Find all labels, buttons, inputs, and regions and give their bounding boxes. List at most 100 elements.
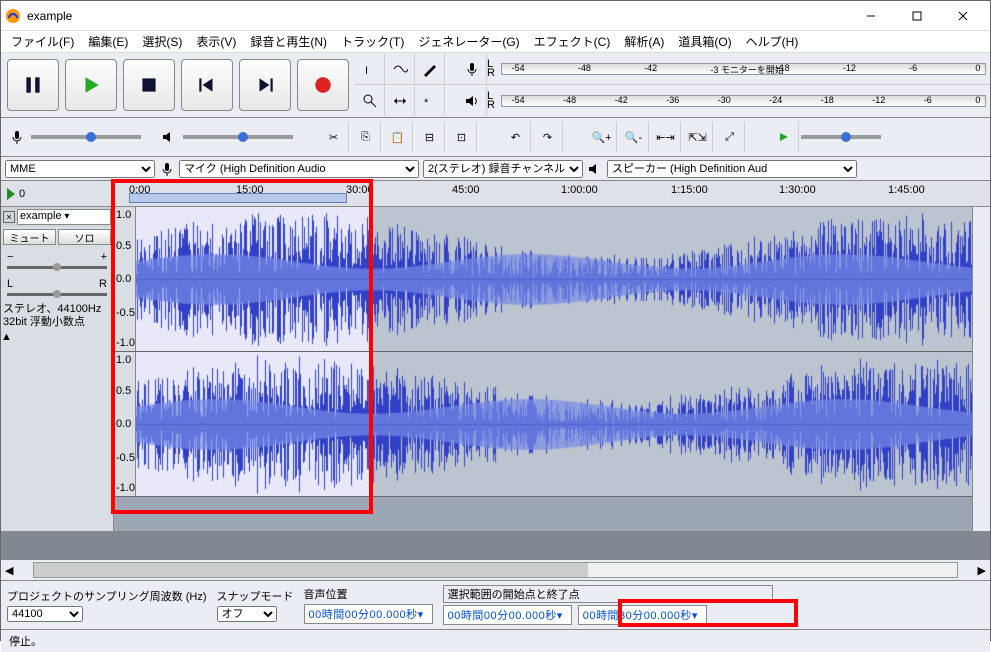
horizontal-scrollbar[interactable]: [33, 562, 957, 578]
track-close-button[interactable]: ×: [3, 211, 15, 223]
redo-button[interactable]: ↷: [533, 122, 563, 152]
solo-button[interactable]: ソロ: [58, 229, 111, 245]
project-rate-select[interactable]: 44100: [7, 606, 83, 622]
ruler-tick: 1:15:00: [671, 184, 708, 196]
pause-button[interactable]: [7, 59, 59, 111]
track-area: × example ▾ ミュート ソロ −+ LR ステレオ、44100Hz 3…: [1, 207, 990, 532]
waveform-channel-right[interactable]: 1.00.50.0-0.5-1.0: [114, 352, 972, 497]
zoom-toggle-button[interactable]: ⤢: [715, 122, 745, 152]
ruler-tick: 30:00: [346, 184, 374, 196]
ruler-tick: 15:00: [236, 184, 264, 196]
mic-icon: [9, 129, 25, 145]
timeshift-tool[interactable]: [385, 86, 415, 116]
multi-tool[interactable]: *: [415, 86, 445, 116]
timeline-start-value: 0: [19, 188, 25, 200]
track-control-panel: × example ▾ ミュート ソロ −+ LR ステレオ、44100Hz 3…: [1, 207, 114, 531]
envelope-tool[interactable]: [385, 54, 415, 84]
snap-label: スナップモード: [217, 588, 294, 604]
toolbar-area: I LR -54-48-42-3 モニターを開始-18-12-60 * LR -…: [1, 53, 990, 118]
cut-button[interactable]: ✂: [319, 122, 349, 152]
menu-select[interactable]: 選択(S): [136, 31, 188, 52]
fit-project-button[interactable]: ⇱⇲: [683, 122, 713, 152]
silence-button[interactable]: ⊡: [447, 122, 477, 152]
playback-meter[interactable]: -54-48-42-36-30-24-18-12-60: [497, 95, 990, 107]
horizontal-scrollbar-area: ◀▶: [1, 560, 990, 580]
speaker-icon: [161, 129, 177, 145]
selection-label[interactable]: 選択範囲の開始点と終了点: [443, 585, 773, 603]
window-title: example: [27, 9, 848, 23]
record-button[interactable]: [297, 59, 349, 111]
svg-text:I: I: [365, 65, 368, 77]
mixer-toolbar: ✂ ⎘ 📋 ⊟ ⊡ ↶ ↷ 🔍+ 🔍- ⇤⇥ ⇱⇲ ⤢: [1, 118, 990, 157]
titlebar: example: [1, 1, 990, 31]
svg-text:*: *: [424, 97, 429, 109]
copy-button[interactable]: ⎘: [351, 122, 381, 152]
statusbar: 停止。: [1, 630, 990, 652]
audio-host-select[interactable]: MME: [5, 160, 155, 178]
play-at-speed-button[interactable]: [769, 122, 799, 152]
zoom-in-button[interactable]: 🔍+: [587, 122, 617, 152]
menu-analyze[interactable]: 解析(A): [618, 31, 670, 52]
selection-toolbar: プロジェクトのサンプリング周波数 (Hz) 44100 スナップモード オフ 音…: [1, 580, 990, 630]
menu-generate[interactable]: ジェネレーター(G): [412, 31, 525, 52]
menu-file[interactable]: ファイル(F): [5, 31, 80, 52]
play-button[interactable]: [65, 59, 117, 111]
mute-button[interactable]: ミュート: [3, 229, 56, 245]
paste-button[interactable]: 📋: [383, 122, 413, 152]
playback-device-select[interactable]: スピーカー (High Definition Aud: [607, 160, 857, 178]
waveform-panel[interactable]: 1.00.50.0-0.5-1.0 1.00.50.0-0.5-1.0: [114, 207, 972, 531]
recording-volume-slider[interactable]: [31, 135, 141, 139]
menu-help[interactable]: ヘルプ(H): [740, 31, 805, 52]
recording-meter[interactable]: -54-48-42-3 モニターを開始-18-12-60: [497, 63, 990, 75]
waveform-channel-left[interactable]: 1.00.50.0-0.5-1.0: [114, 207, 972, 352]
snap-select[interactable]: オフ: [217, 606, 277, 622]
menubar: ファイル(F) 編集(E) 選択(S) 表示(V) 録音と再生(N) トラック(…: [1, 31, 990, 53]
close-button[interactable]: [940, 1, 986, 31]
ruler-tick: 1:00:00: [561, 184, 598, 196]
trim-button[interactable]: ⊟: [415, 122, 445, 152]
vertical-scrollbar[interactable]: [972, 207, 990, 531]
timeline-ruler[interactable]: 0 0:0015:0030:0045:001:00:001:15:001:30:…: [1, 181, 990, 207]
device-toolbar: MME マイク (High Definition Audio 2(ステレオ) 録…: [1, 157, 990, 181]
selection-start-value[interactable]: 00時間00分00.000秒▾: [443, 605, 572, 625]
project-rate-label: プロジェクトのサンプリング周波数 (Hz): [7, 588, 207, 604]
menu-transport[interactable]: 録音と再生(N): [244, 31, 333, 52]
playhead-marker: [7, 188, 15, 200]
play-speed-slider[interactable]: [801, 135, 881, 139]
stop-button[interactable]: [123, 59, 175, 111]
audio-position-value[interactable]: 00時間00分00.000秒▾: [304, 604, 433, 624]
transport-toolbar: [1, 53, 355, 117]
menu-edit[interactable]: 編集(E): [82, 31, 134, 52]
speaker-icon: [457, 86, 487, 116]
zoom-out-button[interactable]: 🔍-: [619, 122, 649, 152]
menu-view[interactable]: 表示(V): [190, 31, 242, 52]
minimize-button[interactable]: [848, 1, 894, 31]
speaker-icon: [587, 161, 603, 177]
fit-selection-button[interactable]: ⇤⇥: [651, 122, 681, 152]
playback-volume-slider[interactable]: [183, 135, 293, 139]
selection-end-value[interactable]: 00時間30分00.000秒▾: [578, 605, 707, 625]
status-text: 停止。: [9, 633, 42, 649]
track-format-info: ステレオ、44100Hz 32bit 浮動小数点: [1, 301, 113, 331]
track-pan-slider[interactable]: [7, 293, 107, 296]
track-gain-slider[interactable]: [7, 266, 107, 269]
track-collapse-button[interactable]: ▲: [1, 331, 113, 531]
recording-device-select[interactable]: マイク (High Definition Audio: [179, 160, 419, 178]
mic-icon: [159, 161, 175, 177]
menu-tracks[interactable]: トラック(T): [335, 31, 410, 52]
zoom-tool[interactable]: [355, 86, 385, 116]
maximize-button[interactable]: [894, 1, 940, 31]
ruler-tick: 0:00: [129, 184, 150, 196]
track-menu-dropdown[interactable]: example ▾: [17, 209, 111, 225]
selection-tool[interactable]: I: [355, 54, 385, 84]
recording-channels-select[interactable]: 2(ステレオ) 録音チャンネル: [423, 160, 583, 178]
audacity-logo-icon: [5, 8, 21, 24]
mic-icon: [457, 54, 487, 84]
menu-effect[interactable]: エフェクト(C): [528, 31, 617, 52]
ruler-tick: 1:30:00: [779, 184, 816, 196]
draw-tool[interactable]: [415, 54, 445, 84]
skip-start-button[interactable]: [181, 59, 233, 111]
menu-tools[interactable]: 道具箱(O): [672, 31, 737, 52]
skip-end-button[interactable]: [239, 59, 291, 111]
undo-button[interactable]: ↶: [501, 122, 531, 152]
